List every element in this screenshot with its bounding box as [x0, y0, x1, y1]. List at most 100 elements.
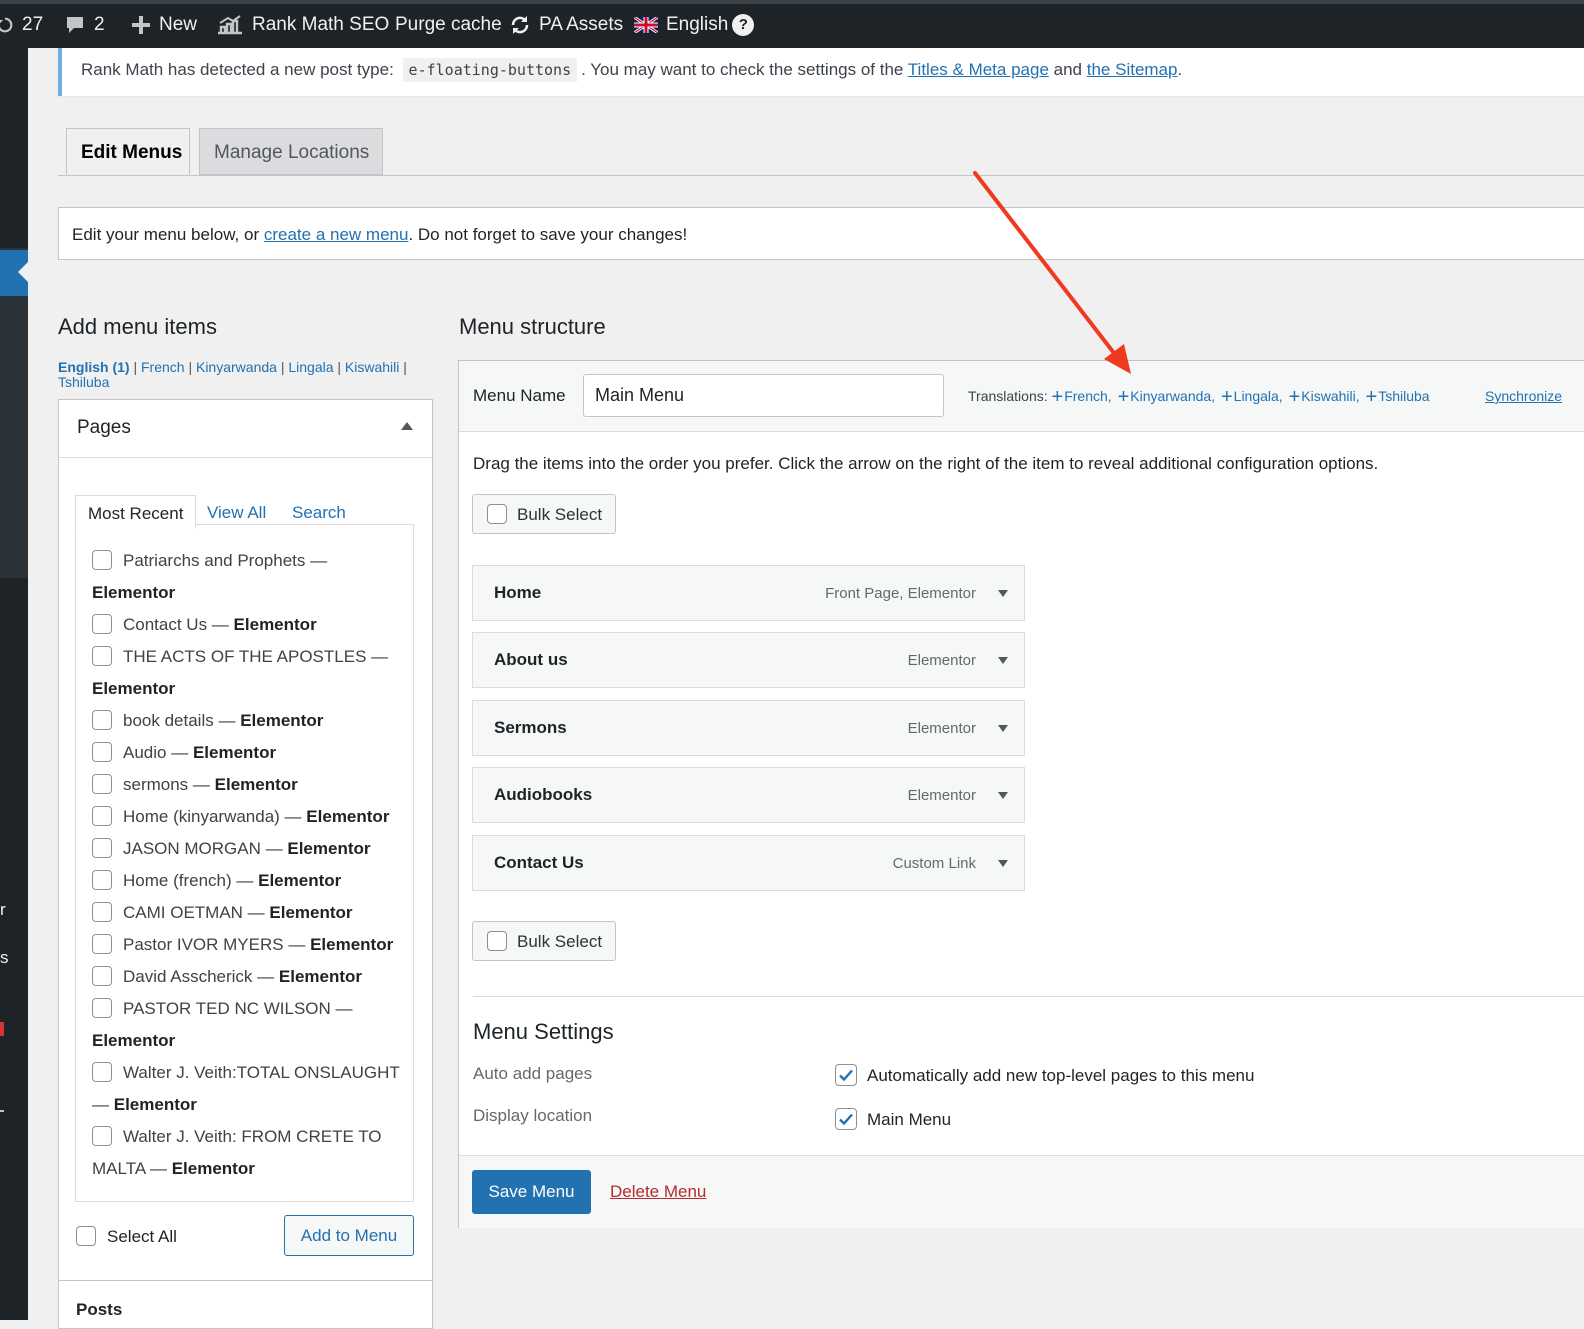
language-switcher[interactable]: English ?	[634, 14, 755, 36]
menu-item-title: Audiobooks	[494, 785, 593, 804]
page-checkbox[interactable]	[92, 870, 112, 890]
lang-separator: |	[280, 359, 285, 375]
posts-metabox-title[interactable]: Posts	[76, 1300, 122, 1320]
translation-french[interactable]: +French,	[1052, 386, 1112, 408]
page-checkbox[interactable]	[92, 614, 112, 634]
plus-icon: +	[1051, 386, 1064, 408]
titles-meta-link[interactable]: Titles & Meta page	[908, 60, 1049, 79]
collapse-up-icon[interactable]	[401, 422, 413, 430]
lang-kiswahili[interactable]: Kiswahili	[345, 359, 399, 375]
page-checkbox[interactable]	[92, 1126, 112, 1146]
translation-kinyarwanda[interactable]: +Kinyarwanda,	[1118, 386, 1216, 408]
expand-arrow-icon[interactable]	[998, 657, 1008, 664]
comments-menu[interactable]: 2	[64, 14, 105, 36]
delete-menu-link[interactable]: Delete Menu	[610, 1182, 706, 1202]
main-menu-location-checkbox[interactable]	[835, 1108, 857, 1130]
tab-manage-locations[interactable]: Manage Locations	[199, 128, 383, 175]
lang-tshiluba[interactable]: Tshiluba	[58, 374, 109, 390]
notice-text: Rank Math has detected a new post type:	[81, 60, 394, 79]
list-item[interactable]: Audio — Elementor	[92, 737, 402, 769]
page-checkbox[interactable]	[92, 806, 112, 826]
list-item[interactable]: sermons — Elementor	[92, 769, 402, 801]
list-item[interactable]: Walter J. Veith:TOTAL ONSLAUGHT — Elemen…	[92, 1057, 402, 1121]
bulk-select-checkbox[interactable]	[487, 504, 507, 524]
lang-french[interactable]: French	[141, 359, 185, 375]
page-checkbox[interactable]	[92, 934, 112, 954]
menu-item-contact-us[interactable]: Contact Us Custom Link	[472, 835, 1025, 891]
translation-kiswahili[interactable]: +Kiswahili,	[1289, 386, 1360, 408]
menu-name-input[interactable]: Main Menu	[583, 374, 944, 417]
menu-item-audiobooks[interactable]: Audiobooks Elementor	[472, 767, 1025, 823]
page-title: Home (kinyarwanda) —	[123, 807, 302, 826]
page-checkbox[interactable]	[92, 902, 112, 922]
expand-arrow-icon[interactable]	[998, 792, 1008, 799]
menu-item-sermons[interactable]: Sermons Elementor	[472, 700, 1025, 756]
list-item[interactable]: Pastor IVOR MYERS — Elementor	[92, 929, 402, 961]
select-all[interactable]: Select All	[76, 1226, 177, 1247]
expand-arrow-icon[interactable]	[998, 590, 1008, 597]
help-icon[interactable]: ?	[732, 14, 755, 36]
save-menu-button[interactable]: Save Menu	[472, 1170, 591, 1214]
translation-label: Lingala,	[1233, 388, 1283, 404]
add-to-menu-button[interactable]: Add to Menu	[284, 1215, 414, 1256]
list-item[interactable]: Home (french) — Elementor	[92, 865, 402, 897]
tab-edit-menus[interactable]: Edit Menus	[66, 128, 190, 175]
bulk-select-top[interactable]: Bulk Select	[472, 494, 616, 534]
sidebar-fragment[interactable]: r	[0, 900, 6, 920]
expand-arrow-icon[interactable]	[998, 860, 1008, 867]
updates-menu[interactable]: 27	[0, 14, 43, 36]
list-item[interactable]: JASON MORGAN — Elementor	[92, 833, 402, 865]
new-content-menu[interactable]: New	[131, 14, 197, 36]
list-item[interactable]: book details — Elementor	[92, 705, 402, 737]
page-checkbox[interactable]	[92, 646, 112, 666]
list-item[interactable]: Contact Us — Elementor	[92, 609, 402, 641]
list-item[interactable]: THE ACTS OF THE APOSTLES — Elementor	[92, 641, 402, 705]
list-item[interactable]: PASTOR TED NC WILSON — Elementor	[92, 993, 402, 1057]
auto-add-checkbox[interactable]	[835, 1064, 857, 1086]
display-location-option[interactable]: Main Menu	[835, 1108, 951, 1130]
menu-item-about-us[interactable]: About us Elementor	[472, 632, 1025, 688]
page-builder: Elementor	[171, 1159, 255, 1178]
pa-assets-menu[interactable]: PA Assets	[509, 14, 623, 36]
page-checklist[interactable]: Patriarchs and Prophets — Elementor Cont…	[75, 524, 414, 1202]
lang-english[interactable]: English (1)	[58, 359, 130, 375]
page-builder: Elementor	[92, 1031, 176, 1050]
expand-arrow-icon[interactable]	[998, 725, 1008, 732]
page-checkbox[interactable]	[92, 774, 112, 794]
menu-item-type: Custom Link	[892, 855, 976, 872]
lang-kinyarwanda[interactable]: Kinyarwanda	[196, 359, 277, 375]
pa-assets-label: PA Assets	[539, 14, 624, 35]
bulk-select-bottom[interactable]: Bulk Select	[472, 921, 616, 961]
pages-metabox-header[interactable]: Pages	[59, 400, 432, 458]
page-checkbox[interactable]	[92, 550, 112, 570]
page-checkbox[interactable]	[92, 966, 112, 986]
tab-most-recent[interactable]: Most Recent	[75, 495, 196, 529]
page-checkbox[interactable]	[92, 1062, 112, 1082]
page-checkbox[interactable]	[92, 742, 112, 762]
post-type-code: e-floating-buttons	[402, 58, 578, 82]
sidebar-fragment[interactable]: s	[0, 948, 9, 968]
auto-add-option[interactable]: Automatically add new top-level pages to…	[835, 1064, 1254, 1086]
plus-icon: +	[1220, 386, 1233, 408]
list-item[interactable]: Patriarchs and Prophets — Elementor	[92, 545, 402, 609]
menu-item-home[interactable]: Home Front Page, Elementor	[472, 565, 1025, 621]
page-checkbox[interactable]	[92, 998, 112, 1018]
list-item[interactable]: Walter J. Veith: FROM CRETE TO MALTA — E…	[92, 1121, 402, 1185]
page-checkbox[interactable]	[92, 710, 112, 730]
list-item[interactable]: Home (kinyarwanda) — Elementor	[92, 801, 402, 833]
translation-tshiluba[interactable]: +Tshiluba	[1366, 386, 1430, 408]
sync-icon	[511, 16, 529, 34]
create-new-menu-link[interactable]: create a new menu	[264, 225, 409, 244]
bulk-select-checkbox[interactable]	[487, 931, 507, 951]
select-all-checkbox[interactable]	[76, 1226, 96, 1246]
list-item[interactable]: David Asscherick — Elementor	[92, 961, 402, 993]
page-checkbox[interactable]	[92, 838, 112, 858]
synchronize-link[interactable]: Synchronize	[1485, 388, 1562, 404]
lang-lingala[interactable]: Lingala	[288, 359, 333, 375]
sitemap-link[interactable]: the Sitemap	[1087, 60, 1178, 79]
translation-lingala[interactable]: +Lingala,	[1221, 386, 1283, 408]
purge-cache-menu[interactable]: Purge cache	[395, 14, 502, 36]
rankmath-menu[interactable]: Rank Math SEO	[216, 14, 389, 36]
list-item[interactable]: CAMI OETMAN — Elementor	[92, 897, 402, 929]
notification-dot	[0, 1022, 4, 1036]
